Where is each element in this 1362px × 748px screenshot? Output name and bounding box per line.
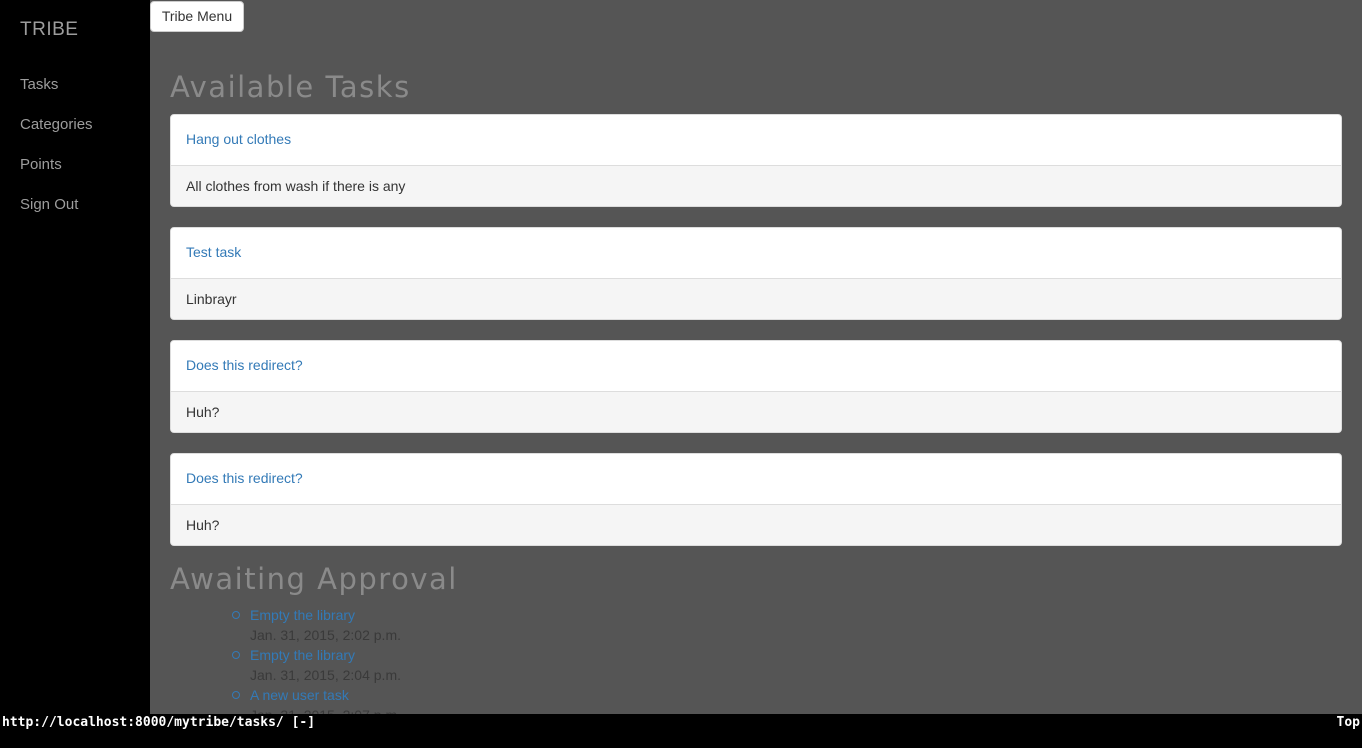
approval-task-link[interactable]: A new user task	[250, 685, 401, 705]
task-panel: Does this redirect? Huh?	[170, 453, 1342, 546]
available-tasks-heading: Available Tasks	[170, 70, 411, 104]
circle-bullet-icon	[232, 651, 240, 659]
command-line-area	[0, 731, 1362, 748]
status-url: http://localhost:8000/mytribe/tasks/ [-]	[2, 715, 316, 730]
task-description: All clothes from wash if there is any	[171, 166, 1341, 206]
brand-logo[interactable]: TRIBE	[20, 19, 78, 41]
awaiting-approval-heading: Awaiting Approval	[170, 562, 458, 596]
task-panel-heading: Hang out clothes	[171, 115, 1341, 166]
task-link[interactable]: Does this redirect?	[186, 357, 303, 373]
circle-bullet-icon	[232, 611, 240, 619]
list-item: Empty the library Jan. 31, 2015, 2:02 p.…	[232, 605, 401, 645]
task-panel-heading: Test task	[171, 228, 1341, 279]
approval-task-link[interactable]: Empty the library	[250, 605, 401, 625]
task-panel-heading: Does this redirect?	[171, 454, 1341, 505]
task-description: Huh?	[171, 392, 1341, 432]
sidebar: TRIBE Tasks Categories Points Sign Out	[0, 0, 150, 714]
task-panel: Does this redirect? Huh?	[170, 340, 1342, 433]
approval-date: Jan. 31, 2015, 2:04 p.m.	[250, 667, 401, 683]
sidebar-item-sign-out[interactable]: Sign Out	[20, 196, 78, 213]
task-panel: Hang out clothes All clothes from wash i…	[170, 114, 1342, 207]
list-item: Empty the library Jan. 31, 2015, 2:04 p.…	[232, 645, 401, 685]
task-link[interactable]: Hang out clothes	[186, 131, 291, 147]
circle-bullet-icon	[232, 691, 240, 699]
browser-status-bar: http://localhost:8000/mytribe/tasks/ [-]…	[0, 714, 1362, 731]
sidebar-item-categories[interactable]: Categories	[20, 116, 93, 133]
task-panel: Test task Linbrayr	[170, 227, 1342, 320]
task-link[interactable]: Does this redirect?	[186, 470, 303, 486]
sidebar-item-tasks[interactable]: Tasks	[20, 76, 58, 93]
sidebar-item-points[interactable]: Points	[20, 156, 62, 173]
task-link[interactable]: Test task	[186, 244, 241, 260]
awaiting-approval-list: Empty the library Jan. 31, 2015, 2:02 p.…	[232, 605, 401, 725]
task-panel-heading: Does this redirect?	[171, 341, 1341, 392]
scroll-position-indicator: Top	[1336, 715, 1360, 730]
tribe-menu-button[interactable]: Tribe Menu	[150, 1, 244, 32]
task-description: Linbrayr	[171, 279, 1341, 319]
approval-task-link[interactable]: Empty the library	[250, 645, 401, 665]
approval-date: Jan. 31, 2015, 2:02 p.m.	[250, 627, 401, 643]
task-description: Huh?	[171, 505, 1341, 545]
